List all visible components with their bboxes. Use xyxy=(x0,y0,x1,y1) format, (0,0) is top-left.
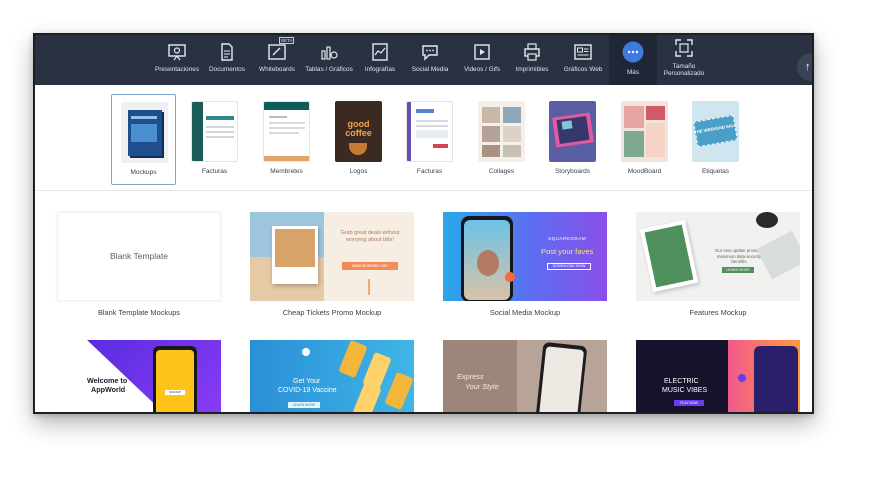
promo-url-button: www.bravetix.com xyxy=(342,262,398,270)
template-caption: Social Media Mockup xyxy=(489,308,561,317)
storyboards-thumbnail xyxy=(549,101,596,162)
electric-headline-2: MUSIC VIBES xyxy=(662,387,708,394)
category-label: Personalizado xyxy=(663,70,705,77)
subcategory-label: Mockups xyxy=(130,169,157,176)
template-preview: Grab great deals without worrying about … xyxy=(250,212,414,301)
document-icon xyxy=(221,43,233,61)
subcategory-row: Mockups Facturas Membretes good coffee L… xyxy=(35,85,812,191)
mockups-thumbnail xyxy=(121,102,168,163)
template-caption: Cheap Tickets Promo Mockup xyxy=(282,308,382,317)
subcategory-label: Collages xyxy=(488,168,515,175)
facturas-2-thumbnail xyxy=(406,101,453,162)
subcategory-storyboards[interactable]: Storyboards xyxy=(540,94,605,185)
printer-icon xyxy=(524,43,540,61)
blank-template-text: Blank Template xyxy=(110,251,168,261)
presentation-icon xyxy=(168,44,186,61)
beta-badge: BETA xyxy=(279,37,295,44)
template-grid: Blank Template Blank Template Mockups Gr… xyxy=(35,192,812,412)
subcategory-moodboard[interactable]: MoodBoard xyxy=(612,94,677,185)
category-infografias[interactable]: Infografías xyxy=(357,35,403,85)
app-window: Presentaciones Documentos BETA Whiteboar… xyxy=(33,33,814,414)
facturas-thumbnail xyxy=(191,101,238,162)
template-preview: Blank Template xyxy=(57,212,221,301)
more-icon xyxy=(622,41,644,63)
covid-headline-1: Get Your xyxy=(293,378,321,385)
template-preview: SQUAREGRAM Post your faves DOWNLOAD NOW xyxy=(443,212,607,301)
category-tamano-personalizado[interactable]: Tamaño Personalizado xyxy=(659,35,709,85)
template-preview: Express Your Style xyxy=(443,340,607,412)
subcategory-mockups[interactable]: Mockups xyxy=(111,94,176,185)
category-documentos[interactable]: Documentos xyxy=(205,35,249,85)
promo-headline: Grab great deals without worrying about … xyxy=(340,230,400,243)
infographic-icon xyxy=(372,43,388,61)
subcategory-facturas-2[interactable]: Facturas xyxy=(397,94,462,185)
logos-thumbnail: good coffee xyxy=(335,101,382,162)
category-tablas-graficos[interactable]: Tablas / Gráficos xyxy=(305,35,353,85)
subcategory-label: Logos xyxy=(349,168,368,175)
chart-icon xyxy=(321,46,338,60)
appworld-headline-2: AppWorld xyxy=(91,385,126,394)
arrow-up-icon: ↑ xyxy=(805,61,811,73)
template-preview: Welcome to AppWorld SIGNUP xyxy=(57,340,221,412)
subcategory-membretes[interactable]: Membretes xyxy=(254,94,319,185)
category-label-line1: Tamaño Personalizado xyxy=(649,63,719,77)
download-button: DOWNLOAD NOW xyxy=(547,263,591,270)
category-social-media[interactable]: Social Media xyxy=(407,35,453,85)
covid-headline-2: COVID-19 Vaccine xyxy=(278,387,337,394)
subcategory-label: Storyboards xyxy=(554,168,591,175)
category-label: Tamaño xyxy=(672,63,696,70)
learn-more-button: LEARN MORE xyxy=(722,267,754,273)
subcategory-label: MoodBoard xyxy=(627,168,662,175)
whiteboard-icon xyxy=(268,44,286,60)
signup-button: SIGNUP xyxy=(165,390,185,395)
template-caption: Blank Template Mockups xyxy=(97,308,181,317)
template-preview: Our new update provides maximum data sec… xyxy=(636,212,800,301)
subcategory-label: Facturas xyxy=(201,168,228,175)
play-now-button: PLAY NOW xyxy=(674,400,704,406)
membretes-thumbnail xyxy=(263,101,310,162)
template-preview: Get Your COVID-19 Vaccine LEARN MORE xyxy=(250,340,414,412)
scroll-top-button[interactable]: ↑ xyxy=(797,53,812,81)
express-headline-2: Your Style xyxy=(465,382,499,391)
custom-size-icon xyxy=(675,39,693,57)
category-whiteboards[interactable]: BETA Whiteboards xyxy=(255,35,299,85)
category-presentaciones[interactable]: Presentaciones xyxy=(153,35,201,85)
category-graficos-web[interactable]: Gráficos Web xyxy=(559,35,607,85)
covid-learn-more: LEARN MORE xyxy=(288,402,320,408)
subcategory-etiquetas[interactable]: THE WEEKEND SALE Etiquetas xyxy=(683,94,748,185)
moodboard-thumbnail xyxy=(621,101,668,162)
video-icon xyxy=(474,44,490,60)
category-mas[interactable]: Más xyxy=(609,35,657,85)
category-toolbar: Presentaciones Documentos BETA Whiteboar… xyxy=(35,35,812,85)
express-headline-1: Express xyxy=(457,372,484,381)
subcategory-label: Membretes xyxy=(270,168,303,175)
subcategory-label: Etiquetas xyxy=(701,168,730,175)
logo-text-coffee: coffee xyxy=(345,128,372,138)
template-preview: ELECTRIC MUSIC VIBES PLAY NOW xyxy=(636,340,800,412)
subcategory-collages[interactable]: Collages xyxy=(469,94,534,185)
subcategory-facturas[interactable]: Facturas xyxy=(182,94,247,185)
etiquetas-thumbnail: THE WEEKEND SALE xyxy=(692,101,739,162)
subcategory-label: Facturas xyxy=(416,168,443,175)
category-videos-gifs[interactable]: Videos / Gifs xyxy=(459,35,505,85)
web-graphics-icon xyxy=(574,44,592,60)
subcategory-logos[interactable]: good coffee Logos xyxy=(326,94,391,185)
social-media-icon xyxy=(422,45,438,61)
electric-headline-1: ELECTRIC xyxy=(664,378,699,385)
collages-thumbnail xyxy=(478,101,525,162)
social-headline: Post your faves xyxy=(541,247,594,256)
category-imprimibles[interactable]: Imprimibles xyxy=(509,35,555,85)
appworld-headline-1: Welcome to xyxy=(87,376,128,385)
template-caption: Features Mockup xyxy=(689,308,747,317)
brand-name: SQUAREGRAM xyxy=(548,236,587,241)
